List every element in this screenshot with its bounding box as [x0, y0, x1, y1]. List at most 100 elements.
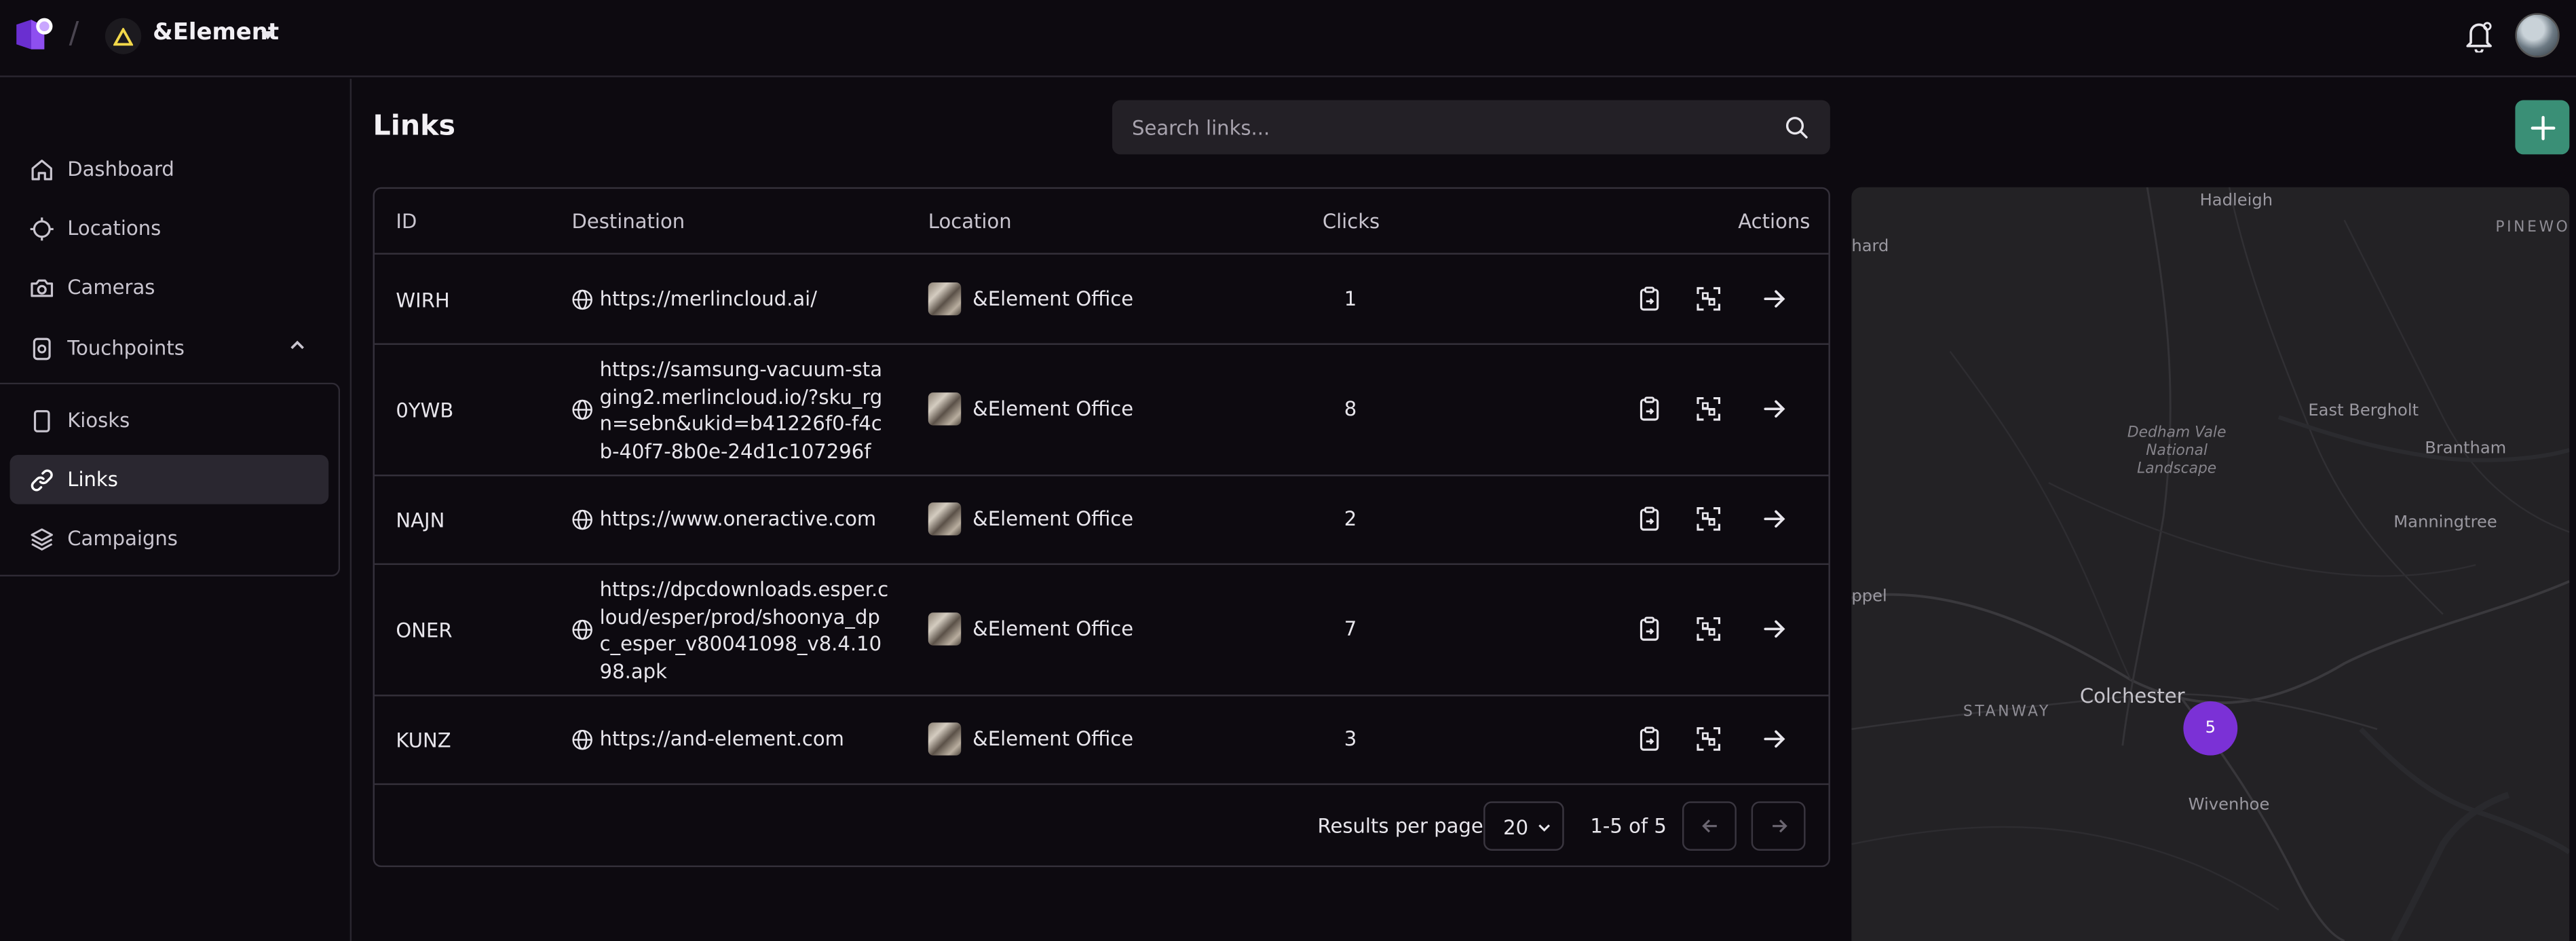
- click-count: 8: [1344, 397, 1357, 421]
- location-thumbnail: [928, 502, 962, 536]
- link-id: ONER: [396, 619, 453, 642]
- copy-link-icon[interactable]: [1636, 726, 1663, 752]
- column-header-clicks: Clicks: [1322, 210, 1380, 234]
- home-icon: [28, 156, 54, 183]
- sidebar-item-touchpoints[interactable]: Touchpoints: [10, 324, 329, 373]
- results-per-page-select[interactable]: 20: [1483, 801, 1564, 851]
- arrow-right-icon[interactable]: [1761, 616, 1787, 642]
- arrow-left-icon: [1701, 819, 1716, 833]
- link-destination[interactable]: https://and-element.com: [600, 726, 889, 753]
- app-root: / &Element Dashboard Locations Cameras T…: [0, 0, 2576, 941]
- search-box[interactable]: [1112, 100, 1830, 155]
- layers-icon: [28, 525, 54, 552]
- map-label: Hadleigh: [2199, 191, 2273, 210]
- table-row[interactable]: 0YWB https://samsung-vacuum-staging2.mer…: [374, 345, 1829, 477]
- location-thumbnail: [928, 392, 962, 426]
- add-link-button[interactable]: [2515, 100, 2570, 155]
- sidebar-item-kiosks[interactable]: Kiosks: [10, 396, 329, 445]
- column-header-destination: Destination: [571, 210, 685, 234]
- copy-link-icon[interactable]: [1636, 616, 1663, 642]
- camera-icon: [28, 274, 54, 301]
- table-row[interactable]: WIRH https://merlincloud.ai/ &Element Of…: [374, 255, 1829, 345]
- copy-link-icon[interactable]: [1636, 286, 1663, 312]
- copy-link-icon[interactable]: [1636, 396, 1663, 422]
- search-icon[interactable]: [1784, 115, 1808, 139]
- pagination-range: 1-5 of 5: [1590, 814, 1667, 838]
- qr-code-icon[interactable]: [1695, 286, 1722, 312]
- map-label: Wivenhoe: [2188, 796, 2270, 815]
- chevron-up-icon[interactable]: [288, 335, 307, 354]
- search-input[interactable]: [1132, 113, 1773, 143]
- arrow-right-icon[interactable]: [1761, 726, 1787, 752]
- qr-code-icon[interactable]: [1695, 616, 1722, 642]
- sidebar-item-label: Links: [67, 468, 118, 492]
- location-name: &Element Office: [972, 397, 1134, 421]
- table-row[interactable]: ONER https://dpcdownloads.esper.cloud/es…: [374, 565, 1829, 697]
- location-name: &Element Office: [972, 727, 1134, 751]
- map-label: Manningtree: [2393, 514, 2497, 532]
- top-bar: / &Element: [0, 0, 2576, 77]
- table-row[interactable]: KUNZ https://and-element.com &Element Of…: [374, 697, 1829, 786]
- map-label: Colchester: [2079, 684, 2185, 708]
- crosshair-icon: [28, 215, 54, 242]
- link-destination[interactable]: https://merlincloud.ai/: [600, 286, 889, 313]
- globe-icon: [572, 509, 592, 530]
- location-name: &Element Office: [972, 507, 1134, 531]
- map-label: hard: [1851, 238, 1889, 257]
- map-label: East Bergholt: [2308, 402, 2419, 421]
- link-icon: [28, 466, 54, 493]
- link-destination[interactable]: https://www.oneractive.com: [600, 506, 889, 533]
- arrow-right-icon[interactable]: [1761, 396, 1787, 422]
- map-label: PINEWOO: [2495, 220, 2570, 237]
- user-avatar[interactable]: [2515, 13, 2560, 58]
- link-destination[interactable]: https://dpcdownloads.esper.cloud/esper/p…: [600, 576, 889, 685]
- location-thumbnail: [928, 282, 962, 316]
- results-per-page-value: 20: [1503, 816, 1529, 840]
- breadcrumb-separator: /: [69, 16, 79, 51]
- qr-code-icon[interactable]: [1695, 726, 1722, 752]
- arrow-right-icon[interactable]: [1761, 506, 1787, 532]
- location-map[interactable]: Hadleigh hard PINEWOO East Bergholt Bran…: [1851, 187, 2570, 941]
- table-header: ID Destination Location Clicks Actions: [374, 189, 1829, 255]
- qr-code-icon[interactable]: [1695, 396, 1722, 422]
- link-id: 0YWB: [396, 399, 454, 422]
- sidebar-item-links[interactable]: Links: [10, 455, 329, 504]
- sidebar: Dashboard Locations Cameras Touchpoints: [0, 79, 352, 941]
- globe-icon: [572, 619, 592, 640]
- links-table: ID Destination Location Clicks Actions W…: [373, 187, 1830, 868]
- click-count: 7: [1344, 617, 1357, 641]
- sidebar-item-campaigns[interactable]: Campaigns: [10, 514, 329, 564]
- plus-icon: [2530, 115, 2555, 140]
- link-destination[interactable]: https://samsung-vacuum-staging2.merlincl…: [600, 356, 889, 465]
- qr-code-icon[interactable]: [1695, 506, 1722, 532]
- globe-icon: [572, 289, 592, 310]
- link-id: WIRH: [396, 289, 450, 312]
- globe-icon: [572, 399, 592, 420]
- sidebar-item-locations[interactable]: Locations: [10, 204, 329, 253]
- pagination-bar: Results per page 20 1-5 of 5: [375, 785, 1828, 867]
- copy-link-icon[interactable]: [1636, 506, 1663, 532]
- table-row[interactable]: NAJN https://www.oneractive.com &Element…: [374, 476, 1829, 566]
- previous-page-button[interactable]: [1682, 801, 1737, 851]
- map-label: STANWAY: [1963, 704, 2051, 721]
- map-label: Dedham Vale National Landscape: [2127, 425, 2227, 478]
- sidebar-item-label: Dashboard: [67, 158, 174, 181]
- sidebar-item-label: Locations: [67, 217, 162, 240]
- page-title: Links: [373, 110, 456, 143]
- location-name: &Element Office: [972, 287, 1134, 311]
- app-logo-icon[interactable]: [15, 16, 54, 52]
- sidebar-item-dashboard[interactable]: Dashboard: [10, 145, 329, 194]
- notification-bell-icon[interactable]: [2464, 20, 2494, 53]
- next-page-button[interactable]: [1751, 801, 1806, 851]
- sidebar-item-label: Campaigns: [67, 527, 178, 551]
- sidebar-item-cameras[interactable]: Cameras: [10, 263, 329, 312]
- link-id: KUNZ: [396, 728, 451, 752]
- column-header-id: ID: [396, 210, 417, 234]
- org-logo-icon: [105, 18, 142, 54]
- click-count: 1: [1344, 287, 1357, 311]
- location-thumbnail: [928, 612, 962, 646]
- map-label: Brantham: [2425, 440, 2507, 458]
- map-cluster-marker[interactable]: 5: [2183, 701, 2238, 756]
- arrow-right-icon[interactable]: [1761, 286, 1787, 312]
- caret-down-icon[interactable]: [260, 28, 276, 44]
